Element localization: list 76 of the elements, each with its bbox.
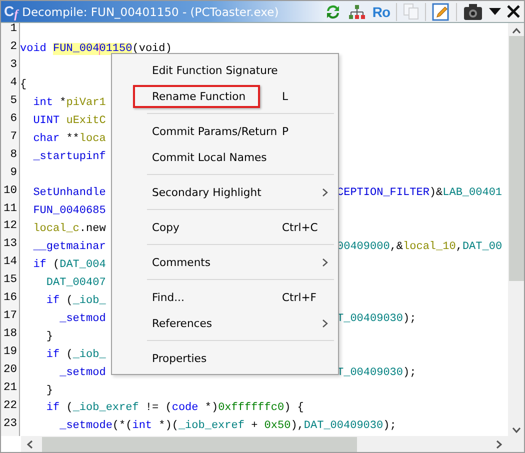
code-line: FUN_0040685 xyxy=(32,204,106,219)
code-fragment: T_00409030); xyxy=(337,366,416,381)
menu-item[interactable]: Find... Ctrl+F xyxy=(112,284,338,310)
line-number: 13 xyxy=(2,238,18,252)
code-fragment: 00409000,&local_10,DAT_00 xyxy=(337,240,502,255)
line-number: 19 xyxy=(2,346,18,360)
code-line: if (DAT_004 xyxy=(32,258,106,273)
code-line: _setmod xyxy=(58,366,106,381)
code-line: int *piVar1 xyxy=(32,96,106,112)
line-number: 20 xyxy=(2,364,18,378)
menu-item[interactable]: Edit Function Signature xyxy=(112,57,338,83)
line-number: 15 xyxy=(2,274,18,288)
code-line: if (_iob_ xyxy=(45,294,106,309)
code-line: } xyxy=(45,384,54,399)
code-line: DAT_00407 xyxy=(45,276,106,291)
menu-item[interactable]: Rename Function L xyxy=(112,83,338,109)
line-number: 14 xyxy=(2,256,18,270)
scroll-thumb[interactable] xyxy=(42,436,357,452)
line-number: 3 xyxy=(9,58,18,73)
code-line: SetUnhandle xyxy=(32,186,106,202)
menu-item[interactable]: Secondary Highlight xyxy=(112,179,338,205)
menu-item[interactable]: Comments xyxy=(112,249,338,275)
vertical-scrollbar[interactable] xyxy=(508,23,524,436)
code-line: if (_iob_exref != (code *)0xffffffc0) { xyxy=(45,401,304,416)
menu-item[interactable]: Commit Local Names xyxy=(112,144,338,170)
scroll-thumb[interactable] xyxy=(508,36,524,281)
code-line: _setmod xyxy=(58,312,106,327)
line-number: 4 xyxy=(9,76,18,91)
camera-icon[interactable] xyxy=(463,2,483,20)
graph-icon[interactable] xyxy=(348,4,366,20)
line-number: 17 xyxy=(2,310,18,324)
line-number: 2 xyxy=(9,40,18,55)
line-number: 18 xyxy=(2,328,18,342)
line-number: 1 xyxy=(9,23,18,37)
line-number: 5 xyxy=(9,94,18,109)
line-number: 12 xyxy=(2,220,18,234)
menu-item[interactable]: Copy Ctrl+C xyxy=(112,214,338,240)
edit-icon[interactable] xyxy=(432,2,450,20)
shortcut-label: Ctrl+F xyxy=(282,290,316,304)
line-number: 21 xyxy=(2,382,18,396)
line-number: 8 xyxy=(9,148,18,163)
code-line: _setmode(*(int *)(_iob_exref + 0x50),DAT_00409030); xyxy=(58,419,396,434)
code-line: void FUN_00401150(void) xyxy=(20,42,172,58)
scroll-up-icon[interactable] xyxy=(512,28,520,34)
close-icon[interactable] xyxy=(507,5,520,18)
code-fragment: T_00409030); xyxy=(337,312,416,327)
shortcut-label: Ctrl+C xyxy=(282,220,318,234)
code-line: local_c.new xyxy=(32,222,106,237)
line-number: 10 xyxy=(2,184,18,199)
shortcut-label: L xyxy=(282,90,288,102)
line-number: 6 xyxy=(9,112,18,127)
code-line: { xyxy=(20,78,27,94)
line-number: 16 xyxy=(2,292,18,306)
line-number: 23 xyxy=(2,418,18,432)
toolbar-label[interactable]: Ro xyxy=(372,4,390,20)
code-line: } xyxy=(45,330,54,345)
window-title: Decompile: FUN_00401150 - (PCToaster.exe) xyxy=(22,4,280,18)
code-line: if (_iob_ xyxy=(45,348,106,363)
code-line: char **loca xyxy=(32,132,106,148)
menu-item[interactable]: Commit Params/Return P xyxy=(112,118,338,144)
line-number: 9 xyxy=(9,166,18,181)
scroll-left-icon[interactable] xyxy=(27,440,33,448)
dropdown-icon[interactable] xyxy=(489,8,501,16)
scroll-right-icon[interactable] xyxy=(496,440,502,448)
shortcut-label: P xyxy=(282,124,289,138)
scroll-down-icon[interactable] xyxy=(512,427,520,433)
horizontal-scrollbar[interactable] xyxy=(21,436,524,452)
menu-item[interactable]: References xyxy=(112,310,338,336)
code-line: __getmainar xyxy=(32,240,106,255)
line-number: 7 xyxy=(9,130,18,145)
code-line: _startupinf xyxy=(32,150,106,166)
code-line: UINT uExitC xyxy=(32,114,106,130)
code-fragment: CEPTION_FILTER)&LAB_00401 xyxy=(337,186,502,202)
line-number: 11 xyxy=(2,202,18,217)
menu-item[interactable]: Properties xyxy=(112,345,338,371)
line-number: 22 xyxy=(2,400,18,414)
